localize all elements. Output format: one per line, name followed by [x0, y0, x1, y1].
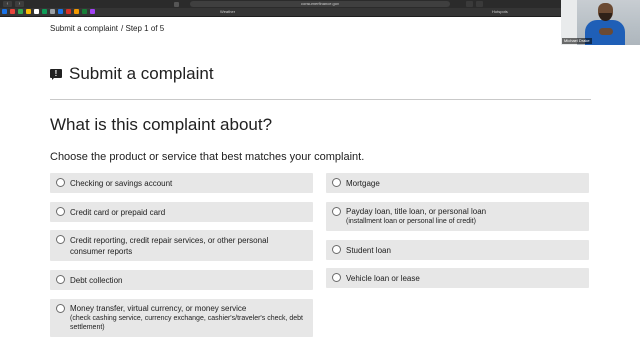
forward-icon[interactable]: ›: [15, 1, 24, 7]
bookmark-weather[interactable]: Weather: [220, 9, 235, 15]
divider: [50, 99, 591, 100]
bookmark-icon[interactable]: [82, 9, 87, 14]
tab-icon[interactable]: [174, 1, 179, 7]
option-credit-reporting[interactable]: Credit reporting, credit repair services…: [50, 230, 313, 261]
option-checking-savings[interactable]: Checking or savings account: [50, 173, 313, 193]
option-label: Mortgage: [346, 179, 380, 188]
option-student-loan[interactable]: Student loan: [326, 240, 589, 260]
option-label: Checking or savings account: [70, 179, 173, 188]
bookmark-icon[interactable]: [90, 9, 95, 14]
presenter-name: Michael Drake: [562, 38, 592, 44]
option-label: Student loan: [346, 246, 391, 255]
bookmarks-bar: Weather Hotspots: [0, 8, 640, 17]
presenter-hands: [599, 28, 613, 35]
address-bar[interactable]: consumerfinance.gov: [190, 1, 450, 7]
radio-button[interactable]: [56, 304, 65, 313]
option-label: Debt collection: [70, 276, 123, 285]
radio-button[interactable]: [332, 245, 341, 254]
option-mortgage[interactable]: Mortgage: [326, 173, 589, 193]
bookmark-icon[interactable]: [34, 9, 39, 14]
option-sublabel: (check cashing service, currency exchang…: [70, 315, 303, 331]
bookmark-icon[interactable]: [58, 9, 63, 14]
option-vehicle-loan[interactable]: Vehicle loan or lease: [326, 268, 589, 288]
radio-button[interactable]: [332, 178, 341, 187]
radio-button[interactable]: [332, 273, 341, 282]
option-label: Money transfer, virtual currency, or mon…: [70, 304, 247, 313]
option-credit-card[interactable]: Credit card or prepaid card: [50, 202, 313, 222]
bookmark-icon[interactable]: [50, 9, 55, 14]
radio-button[interactable]: [56, 275, 65, 284]
option-label: Credit card or prepaid card: [70, 208, 166, 217]
bookmark-icon[interactable]: [74, 9, 79, 14]
radio-button[interactable]: [56, 235, 65, 244]
radio-button[interactable]: [332, 207, 341, 216]
bookmark-icon[interactable]: [10, 9, 15, 14]
bookmark-icon[interactable]: [66, 9, 71, 14]
complaint-icon: !: [50, 68, 62, 80]
bookmark-icon[interactable]: [2, 9, 7, 14]
bookmark-hotspots[interactable]: Hotspots: [492, 9, 508, 15]
breadcrumb-step: / Step 1 of 5: [121, 24, 165, 33]
question-heading: What is this complaint about?: [50, 115, 273, 134]
option-sublabel: (installment loan or personal line of cr…: [346, 218, 476, 225]
option-money-transfer[interactable]: Money transfer, virtual currency, or mon…: [50, 299, 313, 337]
option-debt-collection[interactable]: Debt collection: [50, 270, 313, 290]
extension-icon[interactable]: [466, 1, 473, 7]
breadcrumb-title: Submit a complaint: [50, 24, 119, 33]
bookmark-icon[interactable]: [18, 9, 23, 14]
option-payday-loan[interactable]: Payday loan, title loan, or personal loa…: [326, 202, 589, 231]
page-title: Submit a complaint: [69, 64, 214, 83]
instruction-text: Choose the product or service that best …: [50, 151, 365, 163]
back-icon[interactable]: ‹: [3, 1, 12, 7]
option-label: Vehicle loan or lease: [346, 274, 420, 283]
bookmark-icon[interactable]: [42, 9, 47, 14]
profile-icon[interactable]: [476, 1, 483, 7]
option-label: Credit reporting, credit repair services…: [70, 236, 269, 256]
webcam-overlay: Michael Drake: [561, 0, 640, 45]
page-header: ! Submit a complaint: [50, 64, 214, 84]
option-label: Payday loan, title loan, or personal loa…: [346, 207, 487, 216]
breadcrumb: Submit a complaint / Step 1 of 5: [50, 24, 164, 33]
bookmark-icon[interactable]: [26, 9, 31, 14]
radio-button[interactable]: [56, 207, 65, 216]
radio-button[interactable]: [56, 178, 65, 187]
